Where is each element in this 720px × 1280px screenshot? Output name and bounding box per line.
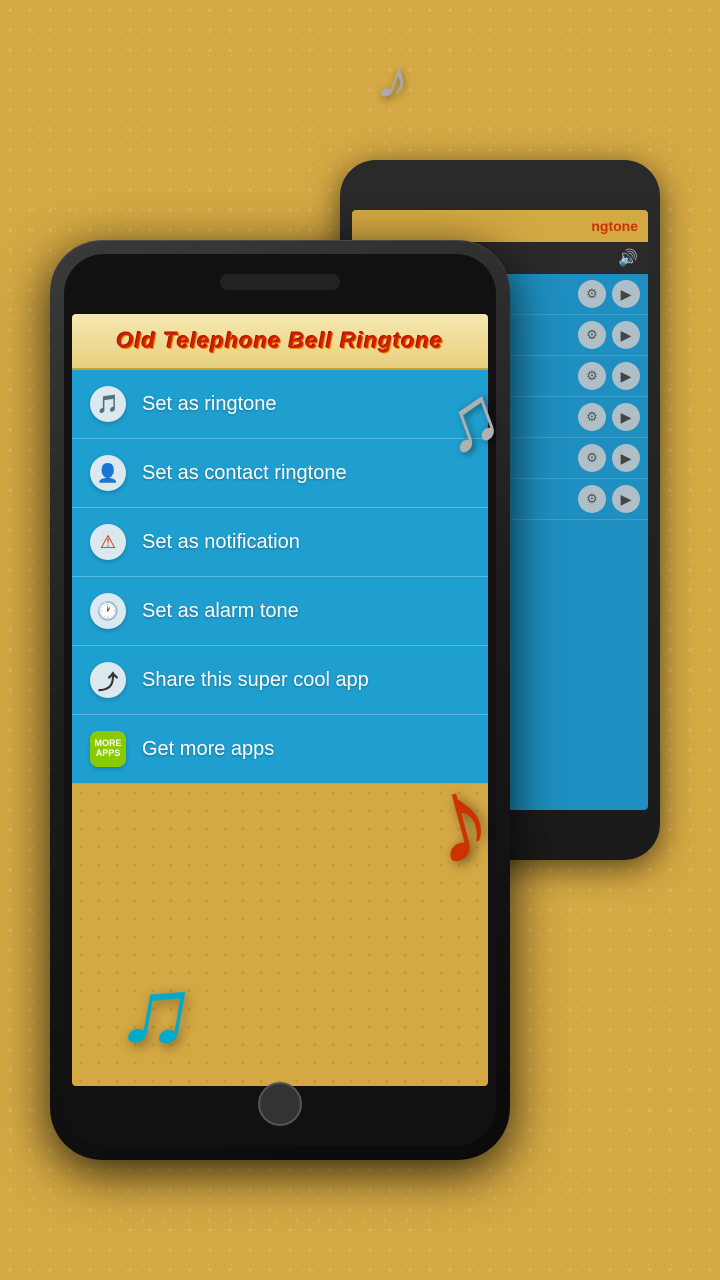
- phone-back-header: ngtone: [352, 210, 648, 242]
- speaker-icon: 🔊: [618, 248, 638, 268]
- back-settings-icon-2: ⚙: [578, 321, 606, 349]
- home-button[interactable]: [258, 1082, 302, 1126]
- back-settings-icon-3: ⚙: [578, 362, 606, 390]
- back-play-btn-2[interactable]: ▶: [612, 321, 640, 349]
- ringtone-icon: 🎵: [90, 386, 126, 422]
- alarm-icon: 🕐: [90, 593, 126, 629]
- back-settings-icon-6: ⚙: [578, 485, 606, 513]
- back-play-btn-4[interactable]: ▶: [612, 403, 640, 431]
- back-play-btn-1[interactable]: ▶: [612, 280, 640, 308]
- back-settings-icon-4: ⚙: [578, 403, 606, 431]
- notification-icon: ⚠: [90, 524, 126, 560]
- share-app-button[interactable]: ⤴ Share this super cool app: [72, 646, 488, 715]
- app-title: Old Telephone Bell Ringtone: [117, 328, 444, 353]
- set-contact-ringtone-button[interactable]: 👤 Set as contact ringtone: [72, 439, 488, 508]
- back-settings-icon-1: ⚙: [578, 280, 606, 308]
- back-play-btn-3[interactable]: ▶: [612, 362, 640, 390]
- set-alarm-label: Set as alarm tone: [142, 600, 299, 623]
- share-icon: ⤴: [90, 662, 126, 698]
- app-header: Old Telephone Bell Ringtone: [72, 314, 488, 370]
- more-apps-icon: MOREAPPS: [90, 731, 126, 767]
- back-play-btn-5[interactable]: ▶: [612, 444, 640, 472]
- phone-notch: [220, 274, 340, 290]
- set-contact-ringtone-label: Set as contact ringtone: [142, 462, 347, 485]
- back-play-btn-6[interactable]: ▶: [612, 485, 640, 513]
- set-notification-button[interactable]: ⚠ Set as notification: [72, 508, 488, 577]
- set-notification-label: Set as notification: [142, 531, 300, 554]
- menu-list: 🎵 Set as ringtone 👤 Set as contact ringt…: [72, 370, 488, 784]
- more-apps-label: Get more apps: [142, 738, 274, 761]
- set-alarm-button[interactable]: 🕐 Set as alarm tone: [72, 577, 488, 646]
- contact-icon: 👤: [90, 455, 126, 491]
- set-ringtone-label: Set as ringtone: [142, 393, 277, 416]
- back-settings-icon-5: ⚙: [578, 444, 606, 472]
- share-app-label: Share this super cool app: [142, 669, 369, 692]
- set-ringtone-button[interactable]: 🎵 Set as ringtone: [72, 370, 488, 439]
